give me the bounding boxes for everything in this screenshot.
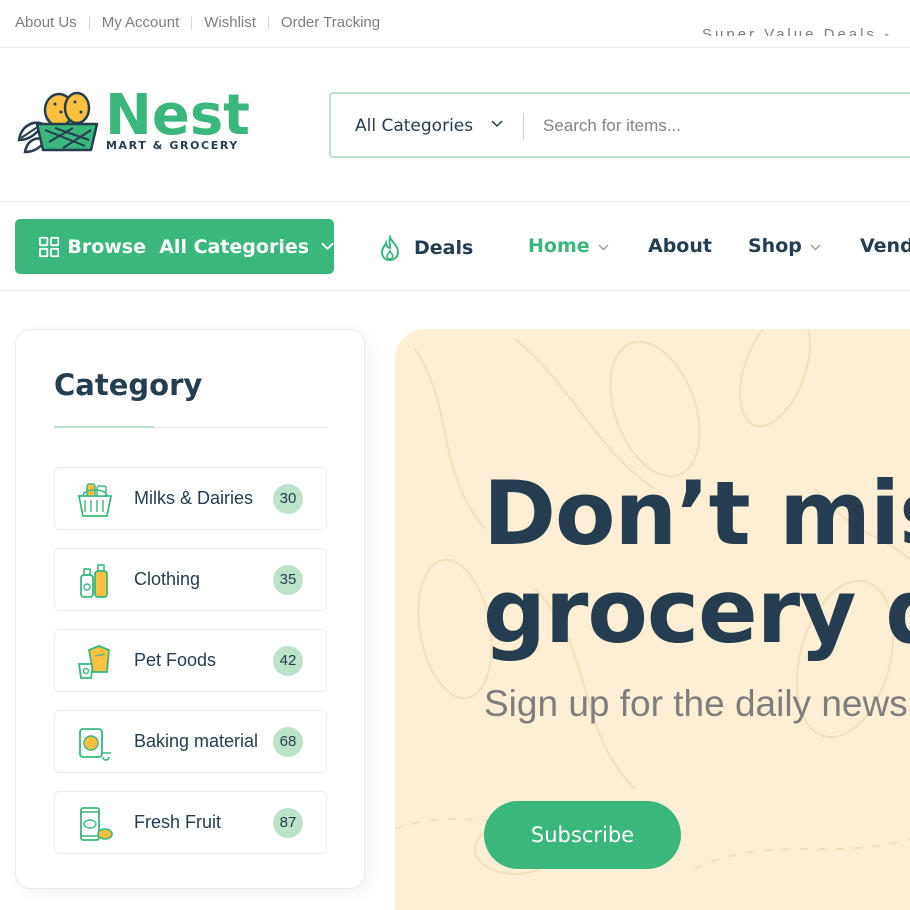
chevron-down-icon[interactable] <box>491 120 503 128</box>
separator <box>191 15 193 30</box>
category-item-milks-dairies[interactable]: Milks & Dairies 30 <box>54 467 327 530</box>
site-logo[interactable]: Nest MART & GROCERY <box>15 84 250 158</box>
search-input[interactable] <box>543 110 903 142</box>
category-count-badge: 35 <box>273 565 303 595</box>
nav-vendors-label: Vendors <box>860 235 910 257</box>
hero-subtitle: Sign up for the daily newsletter <box>484 683 910 724</box>
category-name: Milks & Dairies <box>134 488 254 508</box>
category-count-badge: 68 <box>273 727 303 757</box>
chevron-down-icon <box>598 244 609 250</box>
category-name: Clothing <box>134 569 201 589</box>
nav-about-label: About <box>648 235 712 257</box>
category-panel: Category Milks & Dairies 30 Clothing 35 … <box>15 329 365 889</box>
category-name: Pet Foods <box>134 650 217 670</box>
nav-vendors[interactable]: Vendors <box>860 235 910 257</box>
category-count-badge: 87 <box>273 808 303 838</box>
grid-icon <box>39 236 60 257</box>
category-title: Category <box>54 368 203 402</box>
category-select[interactable]: All Categories <box>355 116 473 136</box>
brand-tagline: MART & GROCERY <box>106 139 239 152</box>
pet-food-icon <box>77 645 110 679</box>
top-bar: About Us My Account Wishlist Order Track… <box>0 0 910 48</box>
category-item-baking-material[interactable]: Baking material 68 <box>54 710 327 773</box>
my-account-link[interactable]: My Account <box>102 14 180 31</box>
top-links: About Us My Account Wishlist Order Track… <box>15 14 380 31</box>
separator <box>88 15 90 30</box>
main-nav: Browse All Categories Deals Home About S… <box>0 202 910 291</box>
promo-ticker: Super Value Deals - Save more with coupo… <box>702 26 893 36</box>
nav-deals[interactable]: Deals <box>378 235 473 261</box>
hero-banner: Don’t miss amazing grocery deals Sign up… <box>395 329 910 910</box>
header: Nest MART & GROCERY All Categories <box>0 48 910 202</box>
about-us-link[interactable]: About Us <box>15 14 77 31</box>
category-item-clothing[interactable]: Clothing 35 <box>54 548 327 611</box>
category-name: Fresh Fruit <box>134 812 222 832</box>
category-count-badge: 30 <box>273 484 303 514</box>
wishlist-link[interactable]: Wishlist <box>204 14 256 31</box>
chevron-down-icon <box>321 242 334 251</box>
category-count-badge: 42 <box>273 646 303 676</box>
separator <box>267 15 269 30</box>
browse-categories-button[interactable]: Browse All Categories <box>15 219 334 274</box>
category-item-pet-foods[interactable]: Pet Foods 42 <box>54 629 327 692</box>
nav-deals-label: Deals <box>414 237 474 259</box>
category-name: Baking material <box>134 731 259 751</box>
fruit-pack-icon <box>80 807 113 841</box>
nav-home[interactable]: Home <box>528 235 609 257</box>
title-accent <box>54 426 154 428</box>
baking-jar-icon <box>79 728 111 761</box>
nav-shop[interactable]: Shop <box>748 235 821 257</box>
browse-label: Browse All Categories <box>67 235 310 258</box>
hero-headline-line2: grocery deals <box>483 560 910 663</box>
subscribe-button[interactable]: Subscribe <box>484 801 681 869</box>
search-bar: All Categories <box>329 92 910 158</box>
hero-headline: Don’t miss amazing grocery deals <box>483 465 910 661</box>
hero-headline-line1: Don’t miss amazing <box>483 462 910 565</box>
nav-about[interactable]: About <box>648 235 712 257</box>
nav-shop-label: Shop <box>748 235 802 257</box>
category-list: Milks & Dairies 30 Clothing 35 Pet Foods… <box>54 467 327 872</box>
category-item-fresh-fruit[interactable]: Fresh Fruit 87 <box>54 791 327 854</box>
bottles-icon <box>80 564 108 598</box>
flame-icon <box>380 235 400 261</box>
divider <box>523 113 524 139</box>
order-tracking-link[interactable]: Order Tracking <box>281 14 380 31</box>
nav-home-label: Home <box>528 235 590 257</box>
milk-basket-icon <box>77 483 113 517</box>
chevron-down-icon <box>810 244 821 250</box>
basket-logo-icon <box>17 91 99 154</box>
